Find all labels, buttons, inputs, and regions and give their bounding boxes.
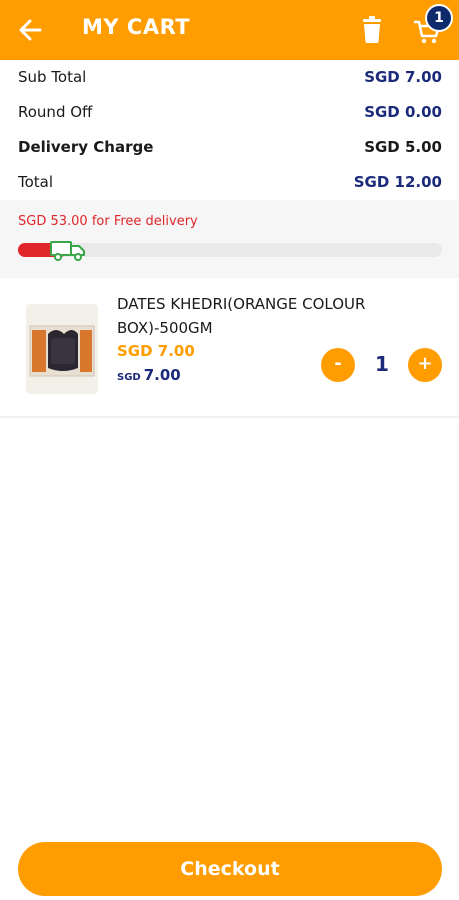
summary-label: Delivery Charge — [18, 138, 154, 156]
product-price: SGD 7.00 — [117, 342, 195, 360]
summary-value: SGD 7.00 — [364, 68, 442, 86]
delivery-truck-icon — [50, 241, 85, 261]
free-delivery-message: SGD 53.00 for Free delivery — [18, 214, 198, 229]
cart-item: DATES KHEDRI(ORANGE COLOUR BOX)-500GM SG… — [0, 286, 459, 418]
increase-quantity-button[interactable]: + — [408, 348, 442, 382]
summary-value: SGD 0.00 — [364, 103, 442, 121]
back-arrow-icon — [19, 19, 42, 41]
summary-row-total: Total SGD 12.00 — [18, 170, 442, 194]
product-image[interactable] — [26, 304, 98, 394]
back-button[interactable] — [14, 14, 48, 46]
trash-icon — [363, 16, 381, 43]
summary-value: SGD 5.00 — [364, 138, 442, 156]
app-bar: MY CART 1 — [0, 0, 459, 60]
summary-value: SGD 12.00 — [353, 173, 442, 191]
page-title: MY CART — [82, 15, 191, 39]
summary-row-subtotal: Sub Total SGD 7.00 — [18, 65, 442, 89]
summary-label: Round Off — [18, 103, 93, 121]
quantity-value: 1 — [375, 352, 389, 376]
summary-label: Total — [18, 173, 54, 191]
clear-cart-button[interactable] — [360, 16, 384, 44]
summary-label: Sub Total — [18, 68, 87, 86]
free-delivery-banner: SGD 53.00 for Free delivery — [0, 200, 459, 278]
cart-count-badge: 1 — [425, 4, 453, 32]
product-name[interactable]: DATES KHEDRI(ORANGE COLOUR BOX)-500GM — [117, 292, 417, 340]
summary-row-delivery-charge: Delivery Charge SGD 5.00 — [18, 135, 442, 159]
checkout-button[interactable]: Checkout — [18, 842, 442, 896]
product-box-graphic — [29, 325, 95, 377]
original-price-amount: 7.00 — [143, 366, 181, 384]
decrease-quantity-button[interactable]: - — [321, 348, 355, 382]
product-original-price: SGD 7.00 — [117, 365, 181, 384]
original-price-currency: SGD — [117, 372, 141, 383]
summary-row-round-off: Round Off SGD 0.00 — [18, 100, 442, 124]
